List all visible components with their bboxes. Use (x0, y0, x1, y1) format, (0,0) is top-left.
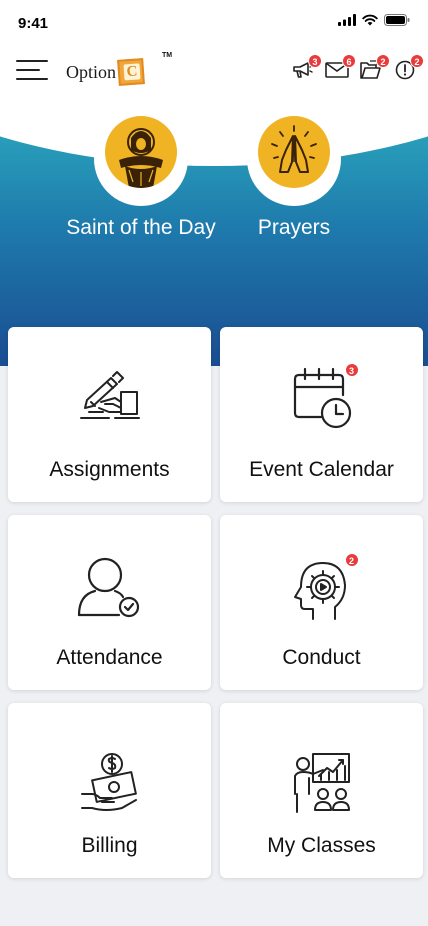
billing-tile[interactable]: Billing (8, 703, 211, 878)
messages-button[interactable]: 6 (324, 54, 356, 84)
my-classes-label: My Classes (267, 834, 376, 857)
conduct-icon: 2 (287, 553, 359, 625)
attendance-label: Attendance (56, 646, 163, 669)
menu-line-icon (16, 60, 48, 62)
calendar-icon: 3 (287, 363, 359, 433)
attendance-tile[interactable]: Attendance (8, 515, 211, 690)
status-bar: 9:41 (0, 0, 428, 44)
app-logo: Option C (66, 56, 145, 88)
saint-icon (105, 116, 177, 188)
attendance-icon (75, 553, 145, 623)
conduct-badge: 2 (344, 553, 359, 567)
alerts-badge: 2 (410, 54, 424, 68)
assignment-icon (75, 363, 145, 433)
logo-trademark: TM (162, 52, 173, 59)
logo-letter: C (123, 63, 141, 81)
my-classes-tile[interactable]: My Classes (220, 703, 423, 878)
status-time: 9:41 (18, 15, 49, 32)
wifi-icon (362, 14, 378, 26)
battery-icon (384, 14, 410, 26)
status-icons (338, 14, 410, 26)
billing-label: Billing (81, 834, 138, 857)
menu-line-icon (16, 78, 48, 80)
assignments-label: Assignments (49, 458, 170, 481)
logo-block-icon: C (117, 58, 145, 86)
conduct-tile[interactable]: 2 Conduct (220, 515, 423, 690)
praying-hands-icon (258, 116, 330, 188)
messages-badge: 6 (342, 54, 356, 68)
alerts-button[interactable]: 2 (392, 54, 424, 84)
event-calendar-label: Event Calendar (249, 458, 394, 481)
documents-button[interactable]: 2 (358, 54, 390, 84)
header-actions: 3 6 2 2 (290, 54, 424, 84)
logo-text: Option (66, 61, 117, 82)
event-calendar-badge: 3 (344, 363, 359, 377)
saint-label: Saint of the Day (66, 216, 216, 239)
assignments-tile[interactable]: Assignments (8, 327, 211, 502)
menu-button[interactable] (16, 58, 48, 82)
signal-icon (338, 14, 356, 26)
announcements-badge: 3 (308, 54, 322, 68)
event-calendar-tile[interactable]: 3 Event Calendar (220, 327, 423, 502)
prayers-button[interactable]: Prayers (209, 116, 379, 256)
conduct-label: Conduct (282, 646, 361, 669)
classroom-icon (287, 747, 357, 817)
billing-icon (75, 747, 145, 817)
saint-of-the-day-button[interactable]: Saint of the Day (56, 116, 226, 256)
documents-badge: 2 (376, 54, 390, 68)
prayers-label: Prayers (257, 216, 331, 239)
app-header: Option C TM 3 6 2 2 (0, 44, 428, 116)
announcements-button[interactable]: 3 (290, 54, 322, 84)
menu-line-icon (16, 69, 40, 71)
